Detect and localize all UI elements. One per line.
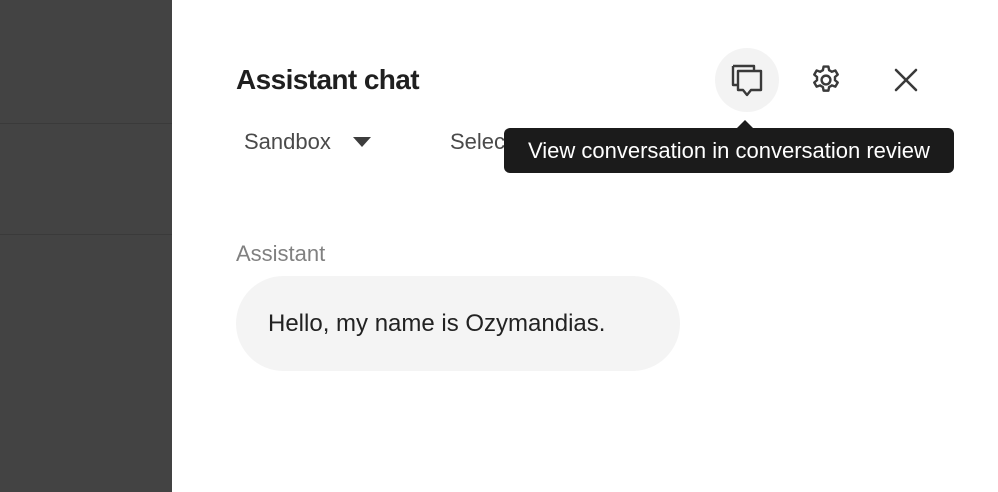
settings-button[interactable] (794, 48, 858, 112)
background-divider (0, 123, 172, 124)
tooltip-text: View conversation in conversation review (528, 138, 930, 163)
chat-bubbles-icon (731, 64, 763, 97)
assistant-chat-panel: Assistant chat Sandbox Selec View conver… (172, 0, 998, 492)
panel-title: Assistant chat (236, 64, 420, 95)
environment-dropdown-value: Sandbox (244, 129, 331, 154)
app-root: Assistant chat Sandbox Selec View conver… (0, 0, 998, 492)
tooltip-arrow (736, 120, 754, 129)
gear-icon (813, 65, 839, 92)
view-conversation-tooltip: View conversation in conversation review (504, 120, 954, 173)
caret-down-icon (352, 137, 371, 147)
message-bubble: Hello, my name is Ozymandias. (236, 276, 680, 371)
view-conversation-button[interactable] (715, 48, 779, 112)
message-text: Hello, my name is Ozymandias. (268, 309, 606, 337)
environment-dropdown[interactable]: Sandbox (244, 128, 371, 156)
background-divider (0, 234, 172, 235)
dimmed-background-app[interactable] (0, 0, 172, 492)
close-icon (894, 68, 918, 92)
secondary-select[interactable]: Selec (450, 128, 505, 156)
close-button[interactable] (874, 48, 938, 112)
message-sender: Assistant (236, 241, 326, 266)
